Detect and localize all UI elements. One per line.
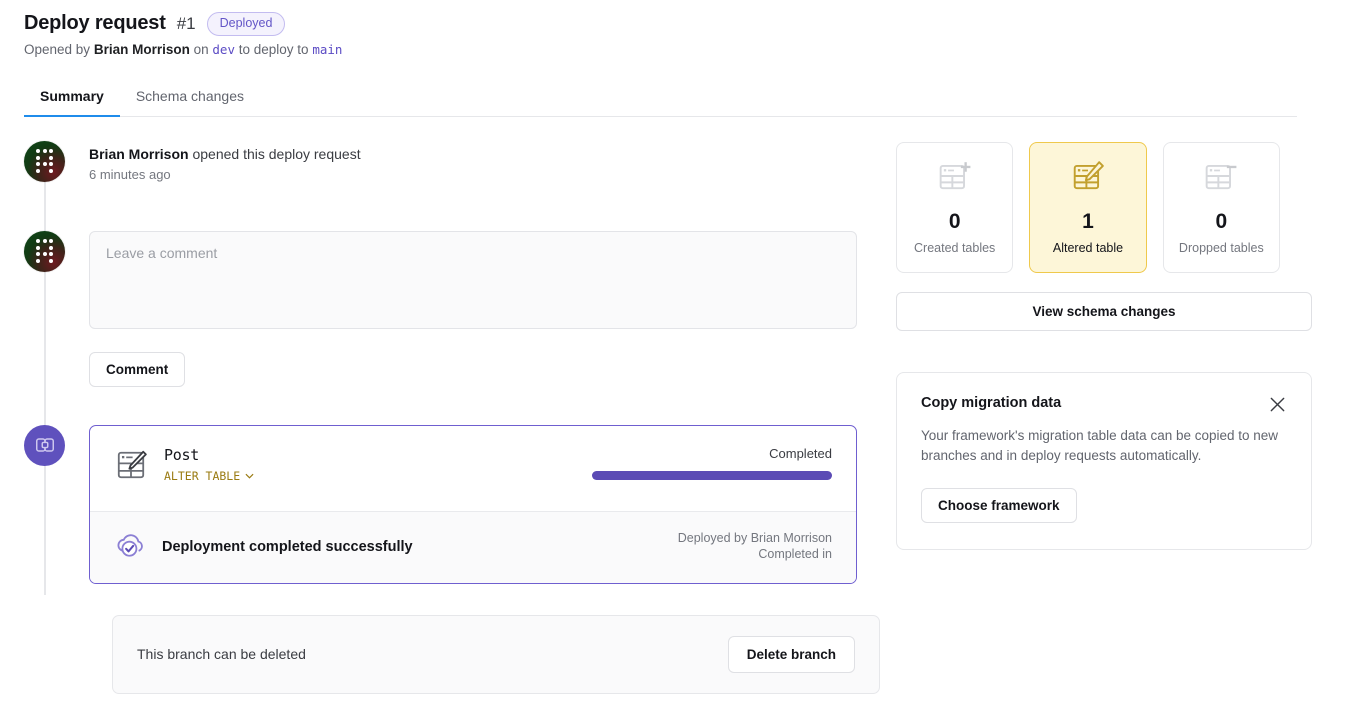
tab-summary[interactable]: Summary — [24, 79, 120, 117]
source-branch-link[interactable]: dev — [212, 42, 235, 57]
stat-created-tables[interactable]: 0 Created tables — [896, 141, 1014, 273]
stat-label: Altered table — [1052, 241, 1124, 255]
deployment-panel: Post ALTER TABLE Completed Deployment co… — [89, 424, 857, 584]
copy-migration-data-card: Copy migration data Your framework's mig… — [896, 371, 1312, 551]
target-branch-link[interactable]: main — [312, 42, 342, 57]
completed-in-label: Completed in — [758, 547, 832, 561]
title-row: Deploy request #1 Deployed — [24, 12, 1352, 36]
cloud-check-icon — [114, 528, 148, 567]
event-author: Brian Morrison — [89, 145, 189, 162]
event-content: Brian Morrison opened this deploy reques… — [65, 141, 864, 182]
close-icon[interactable] — [1268, 395, 1287, 414]
page-header: Deploy request #1 Deployed Opened by Bri… — [0, 0, 1352, 57]
stat-value: 1 — [1082, 210, 1094, 233]
stat-label: Created tables — [914, 241, 996, 255]
chevron-down-icon — [245, 473, 254, 479]
author-name[interactable]: Brian Morrison — [94, 42, 190, 57]
status-badge: Deployed — [206, 12, 286, 36]
avatar — [24, 140, 65, 182]
migration-card-header: Copy migration data — [921, 395, 1287, 414]
page-body: Brian Morrison opened this deploy reques… — [0, 117, 1352, 694]
activity-column: Brian Morrison opened this deploy reques… — [24, 140, 880, 694]
deployment-result-message: Deployment completed successfully — [162, 539, 413, 555]
deployment-table-info: Post ALTER TABLE — [150, 446, 574, 483]
deploy-request-page: Deploy request #1 Deployed Opened by Bri… — [0, 0, 1352, 725]
deploy-icon — [24, 424, 65, 466]
deployment-content: Post ALTER TABLE Completed Deployment co… — [65, 424, 864, 584]
migration-card-title: Copy migration data — [921, 394, 1062, 411]
request-number: #1 — [176, 13, 196, 33]
deployment-table-name: Post — [164, 445, 199, 464]
deployment-header: Post ALTER TABLE Completed — [90, 426, 856, 511]
deployment-result: Deployment completed successfully Deploy… — [90, 510, 856, 583]
stat-value: 0 — [948, 210, 961, 233]
choose-framework-button[interactable]: Choose framework — [921, 488, 1077, 524]
deployment-result-meta: Deployed by Brian Morrison Completed in — [678, 531, 832, 562]
event-timestamp: 6 minutes ago — [89, 166, 171, 182]
delete-branch-card: This branch can be deleted Delete branch — [112, 614, 880, 694]
deployment-status: Completed — [574, 446, 832, 480]
deployment-progress-bar — [592, 470, 832, 480]
comment-submit-button[interactable]: Comment — [89, 351, 186, 387]
avatar — [24, 230, 65, 272]
tab-schema-changes[interactable]: Schema changes — [120, 79, 260, 116]
sidebar: 0 Created tables 1 Altered table 0 Dropp… — [864, 141, 1312, 694]
opened-by-label: Opened by — [24, 41, 91, 57]
comment-composer: Comment — [65, 230, 864, 387]
deployment-operation-toggle[interactable]: ALTER TABLE — [164, 469, 574, 483]
on-label: on — [193, 41, 209, 57]
deployed-by-label: Deployed by Brian Morrison — [677, 531, 832, 546]
deployment-status-label: Completed — [769, 445, 832, 461]
stat-dropped-tables[interactable]: 0 Dropped tables — [1162, 141, 1280, 273]
deployment-row: Post ALTER TABLE Completed Deployment co… — [24, 424, 864, 584]
deploy-to-label: to deploy to — [238, 41, 309, 57]
schema-stats: 0 Created tables 1 Altered table 0 Dropp… — [896, 141, 1280, 273]
comment-input[interactable] — [89, 230, 857, 329]
view-schema-changes-button[interactable]: View schema changes — [896, 291, 1312, 331]
comment-composer-row: Comment — [24, 230, 864, 387]
delete-branch-message: This branch can be deleted — [137, 646, 306, 662]
event-title: Brian Morrison opened this deploy reques… — [89, 141, 864, 162]
tab-bar: Summary Schema changes — [24, 79, 1297, 117]
delete-branch-button[interactable]: Delete branch — [727, 635, 855, 673]
table-add-icon — [936, 159, 974, 198]
deployment-operation-label: ALTER TABLE — [164, 468, 241, 483]
table-edit-icon — [114, 448, 150, 487]
event-action: opened this deploy request — [188, 145, 361, 162]
page-subtitle: Opened by Brian Morrison on dev to deplo… — [24, 42, 1352, 57]
timeline-event-opened: Brian Morrison opened this deploy reques… — [24, 140, 864, 182]
table-remove-icon — [1202, 159, 1240, 198]
page-title: Deploy request — [24, 12, 166, 35]
migration-card-description: Your framework's migration table data ca… — [921, 427, 1279, 464]
stat-altered-tables[interactable]: 1 Altered table — [1029, 141, 1147, 273]
stat-value: 0 — [1215, 210, 1228, 233]
stat-label: Dropped tables — [1178, 241, 1264, 255]
table-edit-icon — [1069, 159, 1107, 198]
